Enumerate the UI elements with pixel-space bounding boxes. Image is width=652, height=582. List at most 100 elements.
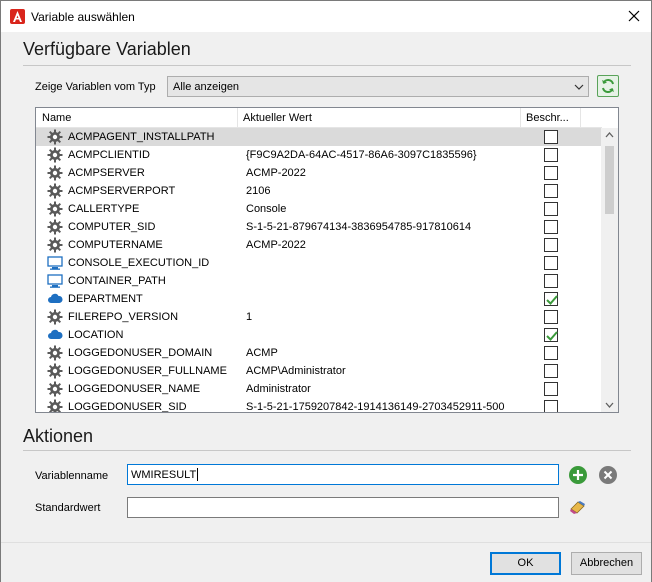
- description-checkbox[interactable]: [544, 274, 558, 288]
- gear-icon: [47, 219, 63, 235]
- variable-name-cell: ACMPAGENT_INSTALLPATH: [68, 131, 215, 143]
- variable-name-cell: DEPARTMENT: [68, 293, 143, 305]
- ok-button[interactable]: OK: [490, 552, 561, 575]
- column-header-value[interactable]: Aktueller Wert: [243, 112, 312, 124]
- eraser-button[interactable]: [568, 497, 588, 517]
- description-checkbox[interactable]: [544, 364, 558, 378]
- plus-circle-icon: [569, 466, 587, 484]
- variable-value-cell: S-1-5-21-1759207842-1914136149-270345291…: [246, 401, 505, 413]
- table-row[interactable]: LOCATION: [36, 326, 602, 344]
- gear-icon: [47, 363, 63, 379]
- table-row[interactable]: COMPUTERNAME ACMP-2022: [36, 236, 602, 254]
- cancel-button[interactable]: Abbrechen: [571, 552, 642, 575]
- table-row[interactable]: LOGGEDONUSER_FULLNAME ACMP\Administrator: [36, 362, 602, 380]
- gear-icon: [47, 201, 63, 217]
- variable-name-cell: LOGGEDONUSER_NAME: [68, 383, 201, 395]
- type-filter-select[interactable]: Alle anzeigen: [167, 76, 589, 97]
- variable-value-cell: 1: [246, 311, 253, 323]
- table-row[interactable]: ACMPCLIENTID {F9C9A2DA-64AC-4517-86A6-309…: [36, 146, 602, 164]
- gear-icon: [47, 399, 63, 412]
- refresh-button[interactable]: [597, 75, 619, 97]
- scroll-down-icon[interactable]: [605, 402, 614, 408]
- gear-icon: [47, 309, 63, 325]
- column-header-description[interactable]: Beschr...: [526, 112, 569, 124]
- description-checkbox[interactable]: [544, 202, 558, 216]
- description-checkbox[interactable]: [544, 382, 558, 396]
- description-checkbox[interactable]: [544, 256, 558, 270]
- variable-name-cell: ACMPSERVERPORT: [68, 185, 176, 197]
- table-row[interactable]: ACMPSERVER ACMP-2022: [36, 164, 602, 182]
- gear-icon: [47, 237, 63, 253]
- app-logo-icon: [10, 9, 25, 24]
- description-checkbox[interactable]: [544, 184, 558, 198]
- table-row[interactable]: COMPUTER_SID S-1-5-21-879674134-383695478…: [36, 218, 602, 236]
- description-checkbox[interactable]: [544, 148, 558, 162]
- refresh-icon: [602, 78, 614, 94]
- window-title: Variable auswählen: [31, 10, 135, 24]
- description-checkbox[interactable]: [544, 238, 558, 252]
- variable-name-cell: ACMPSERVER: [68, 167, 145, 179]
- chevron-down-icon: [574, 82, 584, 95]
- description-checkbox[interactable]: [544, 166, 558, 180]
- variable-value-cell: ACMP-2022: [246, 167, 306, 179]
- column-separator[interactable]: [580, 108, 581, 128]
- variable-name-cell: COMPUTER_SID: [68, 221, 156, 233]
- variable-value-cell: Administrator: [246, 383, 311, 395]
- variable-value-cell: Console: [246, 203, 287, 215]
- section-title-available: Verfügbare Variablen: [23, 39, 191, 59]
- table-row[interactable]: CONTAINER_PATH: [36, 272, 602, 290]
- cloud-icon: [47, 291, 63, 307]
- variable-name-input[interactable]: WMIRESULT: [127, 464, 559, 485]
- variable-value-cell: ACMP-2022: [246, 239, 306, 251]
- delete-button[interactable]: [598, 465, 618, 485]
- scroll-up-icon[interactable]: [605, 132, 614, 138]
- variables-list[interactable]: Name Aktueller Wert Beschr... ACMPAGENT_…: [35, 107, 619, 413]
- table-row[interactable]: LOGGEDONUSER_SID S-1-5-21-1759207842-1914…: [36, 398, 602, 413]
- table-row[interactable]: CONSOLE_EXECUTION_ID: [36, 254, 602, 272]
- variable-name-cell: LOGGEDONUSER_FULLNAME: [68, 365, 227, 377]
- gear-icon: [47, 147, 63, 163]
- variable-name-cell: COMPUTERNAME: [68, 239, 163, 251]
- variable-name-value: WMIRESULT: [131, 469, 197, 481]
- variable-name-cell: LOCATION: [68, 329, 124, 341]
- variable-name-cell: LOGGEDONUSER_DOMAIN: [68, 347, 213, 359]
- description-checkbox[interactable]: [544, 130, 558, 144]
- gear-icon: [47, 165, 63, 181]
- variable-name-label: Variablenname: [35, 470, 109, 482]
- title-bar: Variable auswählen: [1, 1, 651, 32]
- add-button[interactable]: [568, 465, 588, 485]
- description-checkbox[interactable]: [544, 310, 558, 324]
- default-value-input[interactable]: [127, 497, 559, 518]
- gear-icon: [47, 381, 63, 397]
- close-icon[interactable]: [625, 7, 643, 25]
- table-row[interactable]: CALLERTYPE Console: [36, 200, 602, 218]
- column-separator[interactable]: [237, 108, 238, 128]
- column-separator[interactable]: [520, 108, 521, 128]
- table-row[interactable]: FILEREPO_VERSION 1: [36, 308, 602, 326]
- description-checkbox[interactable]: [544, 220, 558, 234]
- monitor-icon: [47, 255, 63, 271]
- variable-value-cell: 2106: [246, 185, 271, 197]
- cloud-icon: [47, 327, 63, 343]
- description-checkbox[interactable]: [544, 328, 558, 342]
- vertical-scrollbar[interactable]: [601, 128, 618, 412]
- variable-name-cell: FILEREPO_VERSION: [68, 311, 179, 323]
- type-filter-value: Alle anzeigen: [173, 81, 240, 93]
- table-row[interactable]: ACMPAGENT_INSTALLPATH: [36, 128, 602, 146]
- description-checkbox[interactable]: [544, 400, 558, 412]
- variable-name-cell: CONTAINER_PATH: [68, 275, 166, 287]
- x-circle-icon: [599, 466, 617, 484]
- scrollbar-thumb[interactable]: [605, 146, 614, 214]
- default-value-label: Standardwert: [35, 502, 101, 514]
- variable-value-cell: ACMP\Administrator: [246, 365, 346, 377]
- description-checkbox[interactable]: [544, 346, 558, 360]
- variable-name-cell: ACMPCLIENTID: [68, 149, 150, 161]
- table-row[interactable]: DEPARTMENT: [36, 290, 602, 308]
- monitor-icon: [47, 273, 63, 289]
- variable-name-cell: LOGGEDONUSER_SID: [68, 401, 187, 413]
- table-row[interactable]: LOGGEDONUSER_DOMAIN ACMP: [36, 344, 602, 362]
- column-header-name[interactable]: Name: [42, 112, 71, 124]
- table-row[interactable]: ACMPSERVERPORT 2106: [36, 182, 602, 200]
- description-checkbox[interactable]: [544, 292, 558, 306]
- table-row[interactable]: LOGGEDONUSER_NAME Administrator: [36, 380, 602, 398]
